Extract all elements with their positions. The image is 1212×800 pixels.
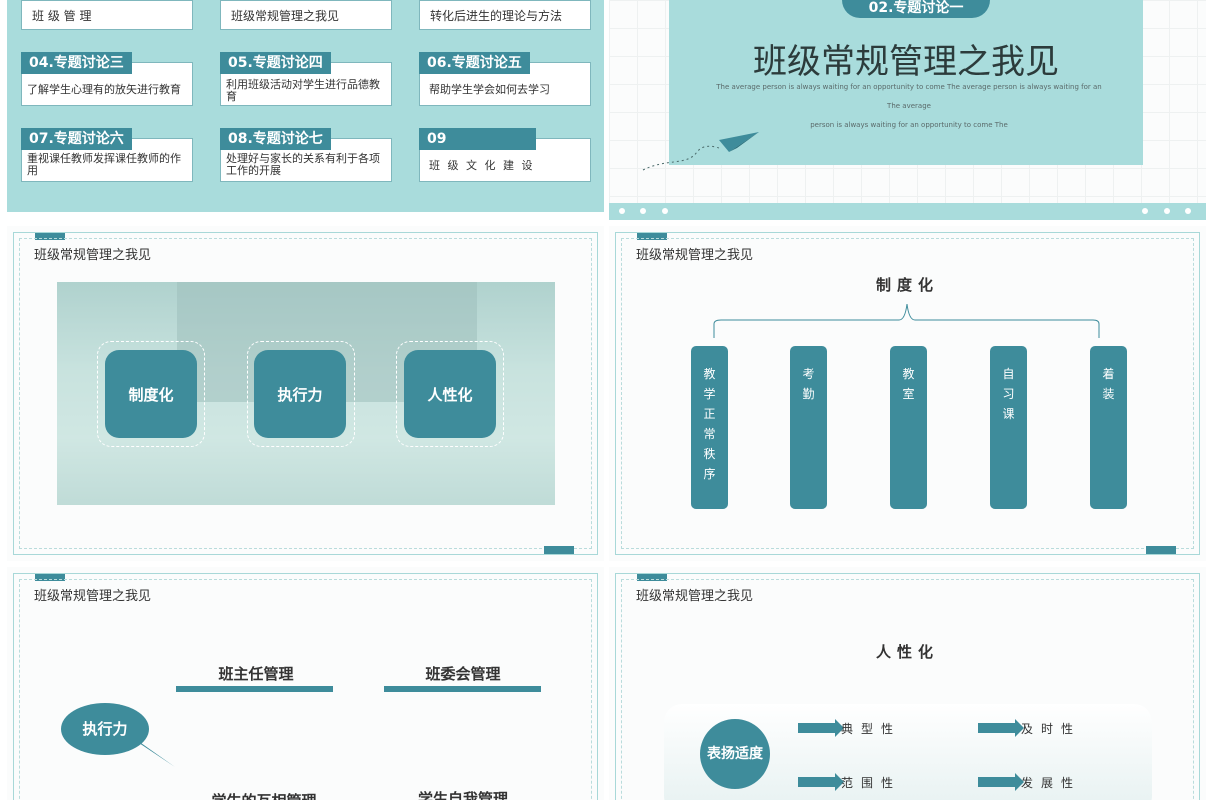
frame-tab	[544, 546, 574, 554]
card-renxinghua[interactable]: 人性化	[404, 350, 496, 438]
heading-huxiang: 学生的互相管理	[184, 790, 344, 800]
brace-icon	[713, 303, 1100, 338]
heading-ziwo: 学生自我管理	[417, 790, 508, 800]
card-zhiduhua[interactable]: 制度化	[105, 350, 197, 438]
section-pill: 02.专题讨论一	[842, 0, 990, 18]
label-jishi: 及时性	[1021, 722, 1082, 736]
slide-title: 班级常规管理之我见	[34, 248, 152, 263]
circle-badge: 表扬适度	[700, 719, 770, 789]
contents-item-05[interactable]: 05.专题讨论四 利用班级活动对学生进行品德教育	[220, 52, 392, 106]
contents-item-text: 转化后进生的理论与方法	[430, 9, 563, 23]
slide-section-title[interactable]: 02.专题讨论一 班级常规管理之我见 The average person is…	[609, 0, 1206, 220]
arrow-right-icon	[798, 773, 844, 791]
contents-item-text: 重视课任教师发挥课任教师的作用	[27, 152, 181, 177]
contents-item-06[interactable]: 06.专题讨论五 帮助学生学会如何去学习	[419, 52, 591, 106]
contents-item-text: 处理好与家长的关系有利于各项工作的开展	[226, 152, 380, 177]
contents-item-label: 06.专题讨论五	[419, 52, 530, 74]
dot-icon	[1185, 208, 1191, 214]
heading-underline	[176, 686, 333, 692]
slide-contents[interactable]: 班 级 管 理 班级常规管理之我见 转化后进生的理论与方法 04.专题讨论三 了…	[7, 0, 604, 212]
column-jiaoshi: 教室	[890, 346, 927, 509]
slide-title: 班级常规管理之我见	[34, 589, 152, 604]
contents-item-08[interactable]: 08.专题讨论七 处理好与家长的关系有利于各项工作的开展	[220, 128, 392, 182]
slide-title: 班级常规管理之我见	[636, 248, 754, 263]
label-fazhan: 发展性	[1021, 776, 1082, 790]
heading-banzhuren: 班主任管理	[218, 665, 294, 683]
dot-icon	[619, 208, 625, 214]
paper-plane-icon	[642, 132, 759, 171]
arrow-right-icon	[978, 719, 1024, 737]
contents-item-04[interactable]: 04.专题讨论三 了解学生心理有的放矢进行教育	[21, 52, 193, 106]
slide-heading: 人性化	[875, 643, 939, 661]
contents-item-03b[interactable]: 转化后进生的理论与方法	[419, 0, 591, 30]
contents-item-text: 了解学生心理有的放矢进行教育	[27, 83, 181, 96]
section-heading: 班级常规管理之我见	[753, 42, 1059, 82]
slide-overview[interactable]: 班级常规管理之我见 制度化 执行力 人性化	[7, 226, 604, 561]
label-fanwei: 范围性	[841, 776, 902, 790]
dot-icon	[1142, 208, 1148, 214]
heading-underline	[384, 686, 541, 692]
heading-banweihui: 班委会管理	[425, 665, 501, 683]
arrow-right-icon	[978, 773, 1024, 791]
contents-item-text: 利用班级活动对学生进行品德教育	[226, 78, 380, 103]
speech-bubble: 执行力	[61, 703, 149, 755]
contents-item-02[interactable]: 班级常规管理之我见	[220, 0, 392, 30]
card-zhixingli[interactable]: 执行力	[254, 350, 346, 438]
slide-zhiduhua[interactable]: 班级常规管理之我见 制度化 教学正常秩序 考勤 教室 自习课 着装	[609, 226, 1206, 561]
dot-icon	[1164, 208, 1170, 214]
contents-item-label: 04.专题讨论三	[21, 52, 132, 74]
arrow-right-icon	[798, 719, 844, 737]
column-kaoqin: 考勤	[790, 346, 827, 509]
frame-tab	[1146, 546, 1176, 554]
contents-item-text: 班 级 文 化 建 设	[429, 159, 535, 172]
contents-item-text: 班 级 管 理	[32, 9, 92, 23]
slide-title: 班级常规管理之我见	[636, 589, 754, 604]
slide-renxinghua[interactable]: 班级常规管理之我见 人性化 表扬适度 典型性 及时性 范围性 发展性	[609, 567, 1206, 800]
contents-item-07[interactable]: 07.专题讨论六 重视课任教师发挥课任教师的作用	[21, 128, 193, 182]
contents-item-label: 07.专题讨论六	[21, 128, 132, 150]
contents-item-text: 帮助学生学会如何去学习	[429, 83, 550, 96]
column-jiaoxue: 教学正常秩序	[691, 346, 728, 509]
section-subtitle: The average person is always waiting for…	[709, 78, 1109, 135]
slide-zhixingli[interactable]: 班级常规管理之我见 班主任管理 班委会管理 执行力 学生的互相管理 学生自我管理	[7, 567, 604, 800]
contents-item-09[interactable]: 09 班 级 文 化 建 设	[419, 128, 591, 182]
column-zhuozhuang: 着装	[1090, 346, 1127, 509]
contents-item-text: 班级常规管理之我见	[231, 9, 340, 23]
label-dianxing: 典型性	[841, 722, 902, 736]
contents-item-label: 08.专题讨论七	[220, 128, 331, 150]
contents-item-label: 09	[419, 128, 536, 150]
column-zixike: 自习课	[990, 346, 1027, 509]
bottom-bar	[609, 203, 1206, 220]
contents-item-label: 05.专题讨论四	[220, 52, 331, 74]
dot-icon	[662, 208, 668, 214]
dot-icon	[640, 208, 646, 214]
slide-heading: 制度化	[875, 276, 939, 294]
subtitle-line: person is always waiting for an opportun…	[810, 121, 1008, 129]
contents-item-03[interactable]: 班 级 管 理	[21, 0, 193, 30]
subtitle-line: The average person is always waiting for…	[716, 83, 1102, 110]
